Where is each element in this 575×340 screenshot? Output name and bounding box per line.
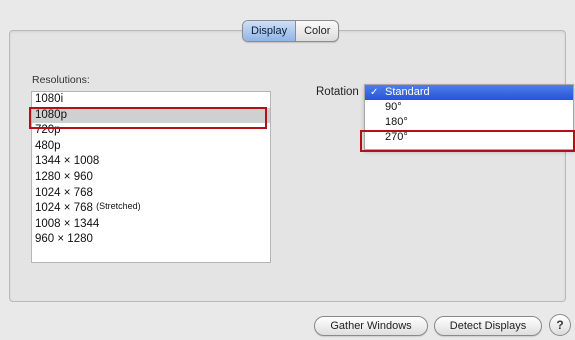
highlight-box-270: [360, 130, 575, 152]
rotation-option-180[interactable]: 180°: [365, 115, 573, 130]
rotation-option-text: Standard: [385, 86, 430, 98]
resolutions-label: Resolutions:: [32, 74, 90, 86]
resolution-item[interactable]: 960 × 1280: [32, 232, 270, 248]
resolution-text: 960 × 1280: [35, 233, 93, 246]
resolution-item[interactable]: 1080i: [32, 92, 270, 108]
rotation-option-text: 180°: [385, 116, 408, 128]
resolution-text: 1024 × 768: [35, 186, 93, 199]
tab-display[interactable]: Display: [243, 21, 297, 41]
resolution-item[interactable]: 1008 × 1344: [32, 217, 270, 233]
resolution-text: 480p: [35, 139, 61, 152]
help-button[interactable]: ?: [549, 314, 571, 336]
rotation-option-standard[interactable]: ✓ Standard: [365, 85, 573, 100]
gather-windows-button[interactable]: Gather Windows: [314, 316, 428, 336]
resolution-item[interactable]: 1280 × 960: [32, 170, 270, 186]
resolution-text: 1008 × 1344: [35, 217, 100, 230]
rotation-option-90[interactable]: 90°: [365, 100, 573, 115]
checkmark-icon: ✓: [370, 87, 379, 98]
resolution-text: 1024 × 768: [35, 202, 93, 215]
tab-color[interactable]: Color: [296, 21, 338, 41]
resolution-item[interactable]: 1024 × 768: [32, 186, 270, 202]
tab-control: Display Color: [242, 20, 340, 42]
detect-displays-button[interactable]: Detect Displays: [434, 316, 542, 336]
resolution-item[interactable]: 480p: [32, 139, 270, 155]
resolution-item[interactable]: 1024 × 768 (Stretched): [32, 201, 270, 217]
rotation-option-text: 90°: [385, 101, 402, 113]
resolution-text: 1280 × 960: [35, 170, 93, 183]
rotation-label: Rotation: [316, 86, 359, 98]
resolution-suffix: (Stretched): [96, 201, 141, 212]
resolution-text: 1344 × 1008: [35, 155, 100, 168]
resolution-text: 1080i: [35, 93, 64, 105]
highlight-box-1080p: [29, 107, 267, 129]
resolution-item[interactable]: 1344 × 1008: [32, 154, 270, 170]
